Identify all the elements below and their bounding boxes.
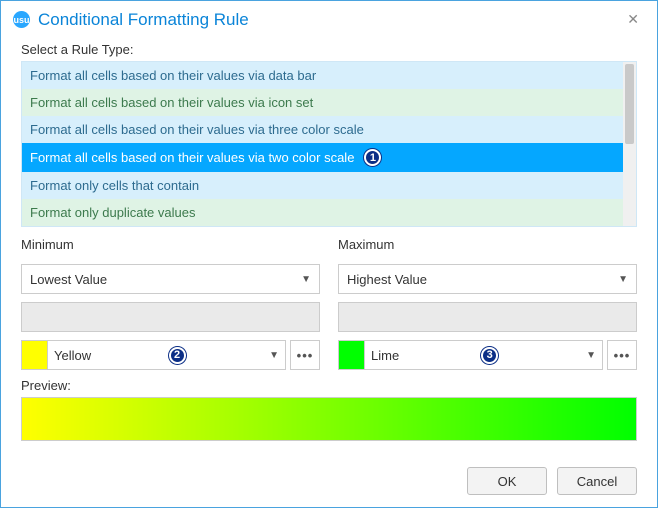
rule-option-three-color[interactable]: Format all cells based on their values v… — [22, 116, 623, 143]
maximum-color-dropdown[interactable]: Lime 3 ▼ — [338, 340, 603, 370]
gradient-preview — [21, 397, 637, 441]
minimum-color-more-button[interactable]: ••• — [290, 340, 320, 370]
titlebar: usu Conditional Formatting Rule ✕ — [1, 1, 657, 36]
maximum-color-name: Lime — [371, 348, 399, 363]
minimum-color-name: Yellow — [54, 348, 91, 363]
maximum-value-input — [338, 302, 637, 332]
minimum-value-input — [21, 302, 320, 332]
rule-option-label: Format only duplicate values — [30, 205, 195, 220]
rule-option-contains[interactable]: Format only cells that contain — [22, 172, 623, 199]
rule-option-label: Format all cells based on their values v… — [30, 68, 316, 83]
annotation-marker-1: 1 — [364, 149, 381, 166]
chevron-down-icon: ▼ — [269, 350, 279, 361]
minimum-type-dropdown[interactable]: Lowest Value ▼ — [21, 264, 320, 294]
window-title: Conditional Formatting Rule — [38, 10, 249, 30]
dialog-body: Select a Rule Type: Format all cells bas… — [1, 36, 657, 507]
rule-type-label: Select a Rule Type: — [21, 42, 637, 57]
maximum-label: Maximum — [338, 237, 637, 252]
chevron-down-icon: ▼ — [586, 350, 596, 361]
minimum-color-dropdown[interactable]: Yellow 2 ▼ — [21, 340, 286, 370]
maximum-type-value: Highest Value — [347, 272, 427, 287]
maximum-type-dropdown[interactable]: Highest Value ▼ — [338, 264, 637, 294]
rule-option-icon-set[interactable]: Format all cells based on their values v… — [22, 89, 623, 116]
rule-option-label: Format all cells based on their values v… — [30, 122, 364, 137]
rule-option-label: Format all cells based on their values v… — [30, 95, 313, 110]
rule-option-two-color[interactable]: Format all cells based on their values v… — [22, 143, 623, 172]
ok-button[interactable]: OK — [467, 467, 547, 495]
preview-label: Preview: — [21, 378, 637, 393]
rule-option-duplicate[interactable]: Format only duplicate values — [22, 199, 623, 226]
annotation-marker-2: 2 — [169, 347, 186, 364]
close-button[interactable]: ✕ — [621, 9, 645, 30]
rule-list-scrollbar[interactable] — [623, 62, 636, 226]
minimum-color-swatch — [22, 341, 48, 369]
minimum-type-value: Lowest Value — [30, 272, 107, 287]
maximum-color-more-button[interactable]: ••• — [607, 340, 637, 370]
chevron-down-icon: ▼ — [618, 274, 628, 285]
scrollbar-thumb[interactable] — [625, 64, 634, 144]
chevron-down-icon: ▼ — [301, 274, 311, 285]
rule-option-data-bar[interactable]: Format all cells based on their values v… — [22, 62, 623, 89]
minimum-label: Minimum — [21, 237, 320, 252]
rule-option-label: Format all cells based on their values v… — [30, 150, 354, 165]
rule-type-listbox: Format all cells based on their values v… — [21, 61, 637, 227]
rule-option-label: Format only cells that contain — [30, 178, 199, 193]
dialog-footer: OK Cancel — [21, 461, 637, 495]
cancel-button[interactable]: Cancel — [557, 467, 637, 495]
dialog-window: usu Conditional Formatting Rule ✕ Select… — [0, 0, 658, 508]
rule-type-list: Format all cells based on their values v… — [22, 62, 623, 226]
annotation-marker-3: 3 — [481, 347, 498, 364]
maximum-color-swatch — [339, 341, 365, 369]
app-logo-icon: usu — [13, 11, 30, 28]
